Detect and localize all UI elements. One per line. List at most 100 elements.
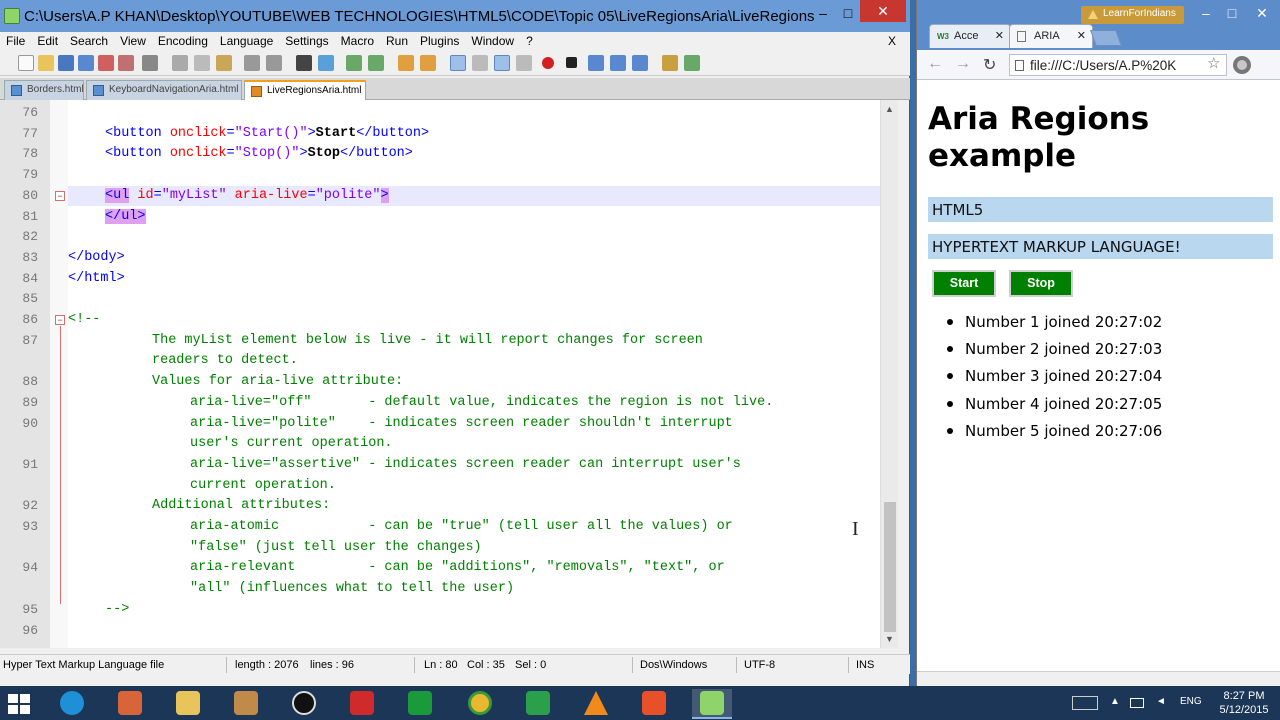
scrollbar-thumb[interactable]: [884, 502, 896, 632]
new-file-icon[interactable]: [18, 55, 34, 71]
browser-tab-w3[interactable]: W3 Acce ✕: [929, 24, 1011, 48]
shuttle-app-icon[interactable]: [342, 689, 382, 719]
launch-browser-icon[interactable]: [662, 55, 678, 71]
paint-tool-icon[interactable]: [226, 689, 266, 719]
menu-edit[interactable]: Edit: [31, 32, 64, 48]
show-all-chars-icon[interactable]: [472, 55, 488, 71]
menu-plugins[interactable]: Plugins: [414, 32, 465, 48]
menu-macro[interactable]: Macro: [335, 32, 380, 48]
stop-macro-icon[interactable]: [566, 57, 577, 68]
run-macro-multiple-icon[interactable]: [610, 55, 626, 71]
spell-check-icon[interactable]: [684, 55, 700, 71]
minimize-button[interactable]: –: [810, 0, 836, 26]
menu-settings[interactable]: Settings: [279, 32, 334, 48]
system-clock[interactable]: 8:27 PM 5/12/2015: [1212, 689, 1276, 717]
print-icon[interactable]: [142, 55, 158, 71]
spreadsheet-icon[interactable]: [518, 689, 558, 719]
menu-help[interactable]: ?: [520, 32, 539, 48]
extension-icon[interactable]: [1233, 56, 1251, 74]
show-hidden-icons-icon[interactable]: ▲: [1110, 696, 1120, 707]
find-icon[interactable]: [296, 55, 312, 71]
control-panel-icon[interactable]: [110, 689, 150, 719]
redo-icon[interactable]: [266, 55, 282, 71]
store-icon[interactable]: [400, 689, 440, 719]
sync-vertical-icon[interactable]: [398, 55, 414, 71]
address-bar[interactable]: file:///C:/Users/A.P%20K: [1009, 54, 1227, 76]
indent-guide-icon[interactable]: [494, 55, 510, 71]
zoom-in-icon[interactable]: [346, 55, 362, 71]
close-icon[interactable]: [98, 55, 114, 71]
scroll-up-icon[interactable]: ▲: [885, 104, 894, 114]
save-all-icon[interactable]: [78, 55, 94, 71]
recorder-app-icon[interactable]: [284, 689, 324, 719]
list-item: Number 3 joined 20:27:04: [945, 365, 1162, 392]
menu-file[interactable]: File: [0, 32, 31, 48]
code-token: </button>: [356, 125, 430, 141]
replace-icon[interactable]: [318, 55, 334, 71]
save-icon[interactable]: [58, 55, 74, 71]
close-document-button[interactable]: X: [888, 34, 896, 48]
windows-start-icon[interactable]: [8, 694, 30, 714]
close-button[interactable]: ✕: [860, 0, 906, 22]
chrome-maximize-button[interactable]: □: [1219, 0, 1245, 26]
undo-icon[interactable]: [244, 55, 260, 71]
record-macro-icon[interactable]: [542, 57, 554, 69]
code-editor[interactable]: 76 77 <button onclick="Start()">Start</bu…: [0, 100, 898, 648]
menu-run[interactable]: Run: [380, 32, 414, 48]
sync-horizontal-icon[interactable]: [420, 55, 436, 71]
vertical-scrollbar[interactable]: ▲ ▼: [880, 100, 898, 648]
menu-language[interactable]: Language: [214, 32, 279, 48]
status-line-number: Ln : 80: [424, 659, 458, 671]
chrome-minimize-button[interactable]: –: [1193, 0, 1219, 26]
fold-collapse-icon[interactable]: −: [55, 190, 65, 201]
menu-view[interactable]: View: [114, 32, 152, 48]
chrome-icon[interactable]: [460, 689, 500, 719]
doc-map-icon[interactable]: [516, 55, 532, 71]
maximize-button[interactable]: □: [836, 0, 860, 26]
scroll-down-icon[interactable]: ▼: [885, 634, 894, 644]
copy-icon[interactable]: [194, 55, 210, 71]
word-wrap-icon[interactable]: [450, 55, 466, 71]
forward-arrow-icon[interactable]: →: [955, 55, 971, 73]
code-line: 94 aria-relevant - can be "additions", "r…: [0, 558, 898, 579]
chrome-title-bar[interactable]: LearnForIndians – □ ✕ W3 Acce ✕ ARIA ✕: [917, 0, 1280, 50]
cut-icon[interactable]: [172, 55, 188, 71]
code-token: >: [307, 125, 316, 141]
internet-explorer-icon[interactable]: [52, 689, 92, 719]
tab-close-icon[interactable]: ✕: [1077, 29, 1086, 42]
save-macro-icon[interactable]: [632, 55, 648, 71]
chrome-close-button[interactable]: ✕: [1245, 0, 1279, 26]
menu-window[interactable]: Window: [465, 32, 520, 48]
open-file-icon[interactable]: [38, 55, 54, 71]
input-language[interactable]: ENG: [1180, 696, 1202, 707]
tab-close-icon[interactable]: ✕: [995, 29, 1004, 42]
back-arrow-icon[interactable]: ←: [927, 55, 943, 73]
npp-title-bar[interactable]: C:\Users\A.P KHAN\Desktop\YOUTUBE\WEB TE…: [0, 0, 910, 32]
reload-icon[interactable]: ↻: [983, 55, 996, 75]
tab-borders[interactable]: Borders.html: [4, 80, 84, 100]
tab-keyboard-navigation-aria[interactable]: KeyboardNavigationAria.html: [86, 80, 242, 100]
stop-button[interactable]: Stop: [1009, 270, 1073, 297]
vlc-icon[interactable]: [576, 689, 616, 719]
play-macro-icon[interactable]: [588, 55, 604, 71]
close-all-icon[interactable]: [118, 55, 134, 71]
zoom-out-icon[interactable]: [368, 55, 384, 71]
code-line: 87 The myList element below is live - it …: [0, 331, 898, 352]
file-explorer-icon[interactable]: [168, 689, 208, 719]
browser-tab-aria[interactable]: ARIA ✕: [1009, 24, 1093, 48]
network-icon[interactable]: [1130, 698, 1144, 708]
toolbar: [0, 50, 910, 76]
notepadpp-taskbar-icon[interactable]: [692, 689, 732, 719]
volume-icon[interactable]: ◄: [1156, 696, 1166, 707]
menu-encoding[interactable]: Encoding: [152, 32, 214, 48]
fold-collapse-icon[interactable]: −: [55, 315, 65, 325]
profile-badge[interactable]: LearnForIndians: [1081, 6, 1184, 24]
paste-icon[interactable]: [216, 55, 232, 71]
keyboard-icon[interactable]: [1072, 696, 1098, 710]
new-tab-button[interactable]: [1090, 30, 1122, 46]
office-app-icon[interactable]: [634, 689, 674, 719]
star-icon[interactable]: ☆: [1207, 54, 1220, 72]
start-button[interactable]: Start: [932, 270, 996, 297]
tab-live-regions-aria[interactable]: LiveRegionsAria.html: [244, 80, 366, 101]
menu-search[interactable]: Search: [64, 32, 114, 48]
